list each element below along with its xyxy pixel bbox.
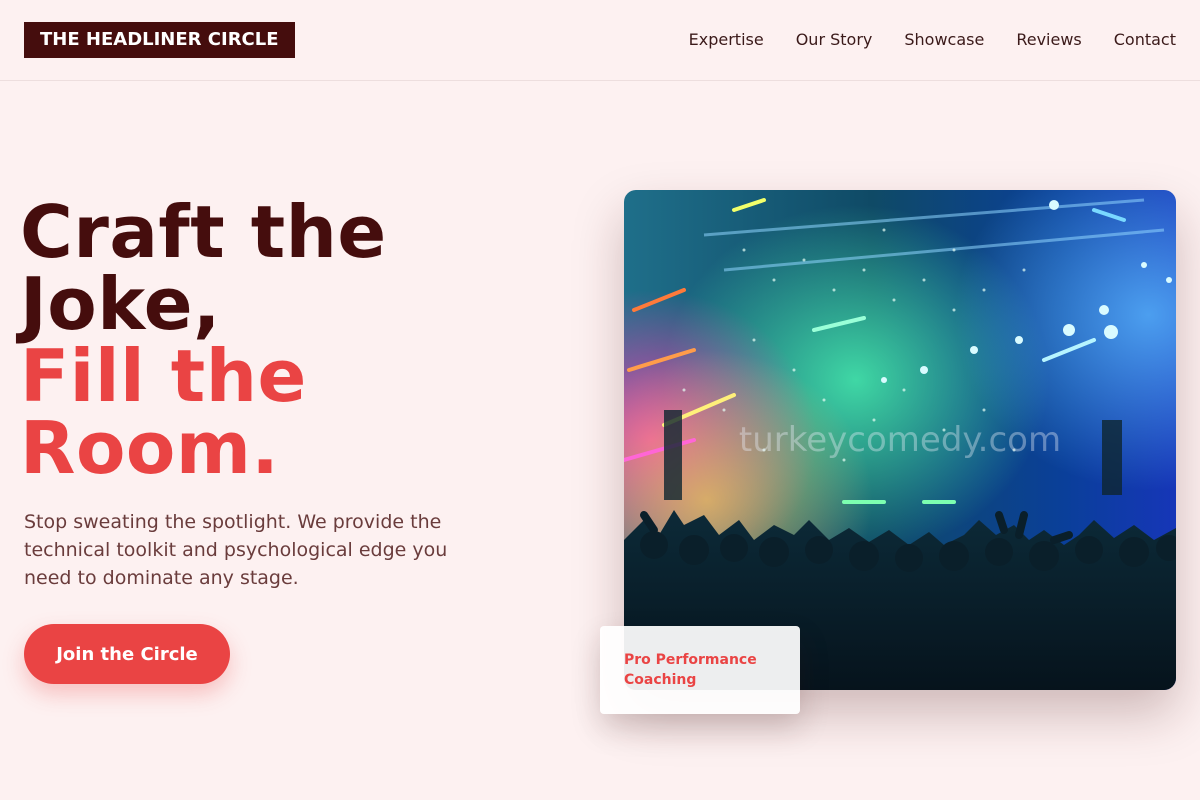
join-circle-button[interactable]: Join the Circle [24, 624, 230, 684]
site-header: THE HEADLINER CIRCLE Expertise Our Story… [0, 0, 1200, 81]
nav-link-reviews[interactable]: Reviews [1016, 30, 1081, 49]
hero-headline-line-1: Craft the [20, 190, 387, 274]
hero-headline-line-3: Fill the [20, 334, 307, 418]
hero-subtitle: Stop sweating the spotlight. We provide … [24, 511, 448, 589]
hero-concert-image: turkeycomedy.com [624, 190, 1176, 690]
hero-headline: Craft the Joke, Fill the Room. [20, 196, 560, 484]
nav-link-our-story[interactable]: Our Story [796, 30, 873, 49]
badge-label: Pro Performance Coaching [624, 652, 757, 688]
hero-headline-line-2: Joke, [20, 262, 221, 346]
image-watermark: turkeycomedy.com [738, 420, 1062, 460]
site-logo[interactable]: THE HEADLINER CIRCLE [24, 22, 295, 58]
hero-headline-line-4: Room. [20, 406, 280, 490]
pro-coaching-badge: Pro Performance Coaching [600, 626, 800, 714]
nav-link-expertise[interactable]: Expertise [689, 30, 764, 49]
nav-link-showcase[interactable]: Showcase [904, 30, 984, 49]
nav-link-contact[interactable]: Contact [1114, 30, 1176, 49]
main-nav: Expertise Our Story Showcase Reviews Con… [689, 28, 1176, 50]
